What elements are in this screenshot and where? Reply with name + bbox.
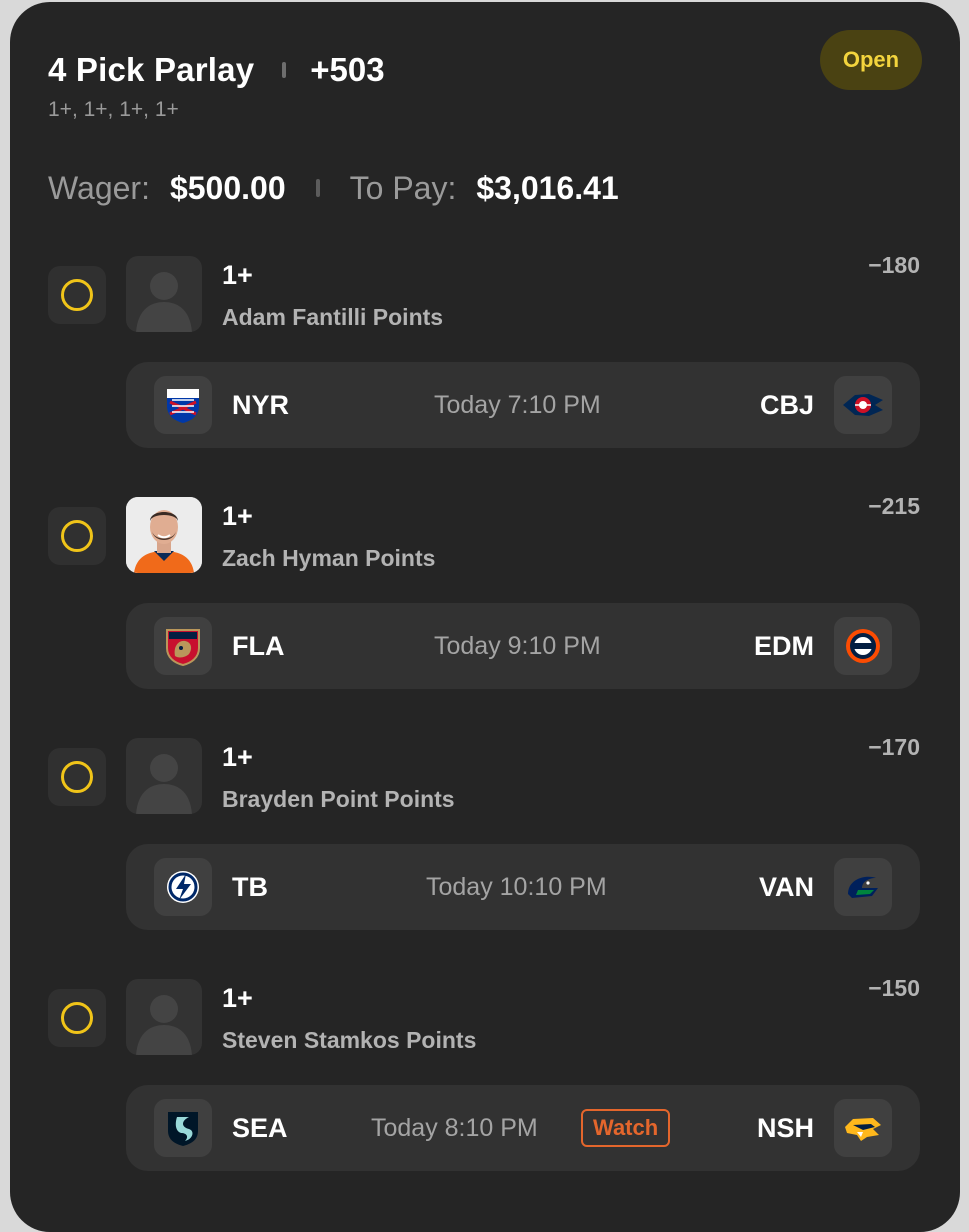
pick-line: 1+: [222, 983, 253, 1013]
to-pay-value: $3,016.41: [476, 169, 619, 206]
pick-item[interactable]: 1+ Zach Hyman Points −215 FLA Today 9:10…: [10, 493, 960, 695]
pick-player: Brayden Point Points: [222, 786, 455, 812]
pending-ring-icon: [61, 520, 93, 552]
pick-odds: −150: [868, 975, 920, 1001]
pick-line: 1+: [222, 742, 253, 772]
home-team: CBJ: [759, 390, 814, 420]
wager-row: Wager: $500.00 To Pay: $3,016.41: [48, 168, 619, 208]
away-team: TB: [232, 872, 268, 902]
placeholder-avatar-icon: [126, 256, 202, 332]
predators-logo-icon: [834, 1099, 892, 1157]
status-badge: Open: [820, 30, 922, 90]
pick-player: Steven Stamkos Points: [222, 1027, 477, 1053]
lines-summary: 1+, 1+, 1+, 1+: [48, 98, 179, 121]
blue-jackets-logo-icon: [834, 376, 892, 434]
pick-odds: −215: [868, 493, 920, 519]
pick-player: Adam Fantilli Points: [222, 304, 444, 330]
pending-ring-icon: [61, 761, 93, 793]
pick-odds: −170: [868, 734, 920, 760]
panthers-logo-icon: [154, 617, 212, 675]
away-team: NYR: [232, 390, 290, 420]
kraken-logo-icon: [154, 1099, 212, 1157]
pick-status-indicator: [48, 266, 106, 324]
lightning-logo-icon: [154, 858, 212, 916]
pending-ring-icon: [61, 279, 93, 311]
pick-item[interactable]: 1+ Adam Fantilli Points −180 NYR Today 7…: [10, 252, 960, 454]
away-team: SEA: [232, 1113, 288, 1143]
title-divider: [282, 62, 287, 78]
parlay-title: 4 Pick Parlay: [48, 51, 255, 88]
pick-player: Zach Hyman Points: [222, 545, 436, 571]
pending-ring-icon: [61, 1002, 93, 1034]
parlay-card[interactable]: 4 Pick Parlay +503 1+, 1+, 1+, 1+ Open W…: [10, 2, 960, 1232]
game-bar[interactable]: SEA Today 8:10 PM Watch NSH: [126, 1085, 920, 1171]
wager-divider: [315, 179, 320, 197]
game-time: Today 7:10 PM: [434, 391, 601, 419]
pick-item[interactable]: 1+ Steven Stamkos Points −150 SEA Today …: [10, 975, 960, 1177]
to-pay-label: To Pay:: [349, 169, 457, 206]
wager-value: $500.00: [169, 169, 286, 206]
canucks-logo-icon: [834, 858, 892, 916]
wager-label: Wager:: [48, 169, 150, 206]
pick-status-indicator: [48, 748, 106, 806]
game-time: Today 8:10 PM: [371, 1114, 538, 1142]
placeholder-avatar-icon: [126, 738, 202, 814]
player-photo: [126, 497, 202, 573]
placeholder-avatar-icon: [126, 979, 202, 1055]
pick-odds: −180: [868, 252, 920, 278]
watch-button[interactable]: Watch: [581, 1109, 671, 1147]
game-bar[interactable]: FLA Today 9:10 PM EDM: [126, 603, 920, 689]
parlay-odds: +503: [310, 51, 385, 88]
home-team: EDM: [754, 631, 814, 661]
pick-item[interactable]: 1+ Brayden Point Points −170 TB Today 10…: [10, 734, 960, 936]
pick-line: 1+: [222, 501, 253, 531]
game-time: Today 9:10 PM: [434, 632, 601, 660]
away-team: FLA: [232, 631, 285, 661]
rangers-logo-icon: [154, 376, 212, 434]
oilers-logo-icon: [834, 617, 892, 675]
pick-line: 1+: [222, 260, 253, 290]
parlay-header: 4 Pick Parlay +503 1+, 1+, 1+, 1+: [48, 50, 385, 122]
game-bar[interactable]: TB Today 10:10 PM VAN: [126, 844, 920, 930]
home-team: NSH: [756, 1113, 814, 1143]
pick-status-indicator: [48, 989, 106, 1047]
home-team: VAN: [758, 872, 814, 902]
game-time: Today 10:10 PM: [426, 873, 607, 901]
game-bar[interactable]: NYR Today 7:10 PM CBJ: [126, 362, 920, 448]
pick-status-indicator: [48, 507, 106, 565]
